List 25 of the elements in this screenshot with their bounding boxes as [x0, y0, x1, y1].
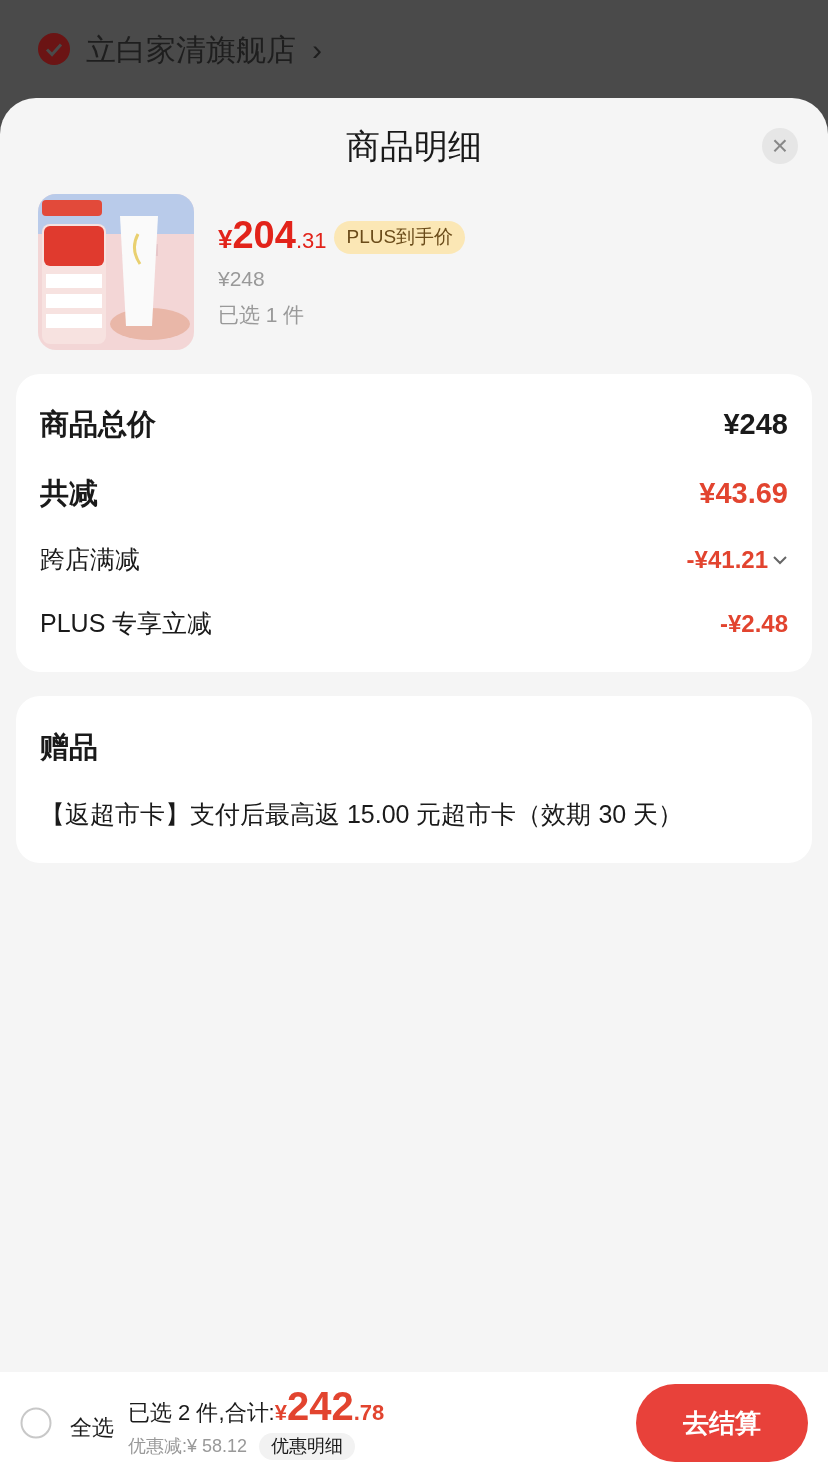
- checkbox[interactable]: [20, 1407, 52, 1439]
- close-button[interactable]: ×: [762, 128, 798, 164]
- gift-title: 赠品: [40, 730, 99, 765]
- price: ¥204.31: [218, 216, 327, 258]
- summary-label: 跨店满减: [40, 544, 140, 576]
- gift-description: 【返超市卡】支付后最高返 15.00 元超市卡（效期 30 天）: [40, 798, 685, 830]
- summary-amount: -¥2.48: [719, 609, 788, 639]
- summary-label: 商品总价: [40, 406, 156, 442]
- plus-price-badge: PLUS到手价: [334, 221, 466, 254]
- summary-amount: ¥43.69: [699, 475, 788, 511]
- checkbox[interactable]: [38, 33, 70, 65]
- summary-label: 共减: [40, 475, 98, 511]
- summary-label: PLUS 专享立减: [40, 608, 213, 640]
- chevron-icon: ›: [312, 26, 322, 72]
- chevron-down-icon[interactable]: [772, 555, 788, 565]
- select-all-label[interactable]: 全选: [70, 1410, 114, 1444]
- selected-count: 已选 1 件: [218, 301, 306, 328]
- discount-detail-button[interactable]: 优惠明细: [259, 1433, 356, 1460]
- summary-amount: -¥41.21: [686, 545, 768, 575]
- original-price: ¥248: [218, 266, 266, 292]
- discount-amount: 优惠减:¥ 58.12: [128, 1435, 248, 1458]
- order-total: 已选 2 件,合计:¥242.78: [128, 1386, 385, 1429]
- checkout-button[interactable]: 去结算: [636, 1384, 808, 1462]
- sheet-title: 商品明细: [346, 125, 482, 167]
- summary-amount: ¥248: [723, 406, 788, 442]
